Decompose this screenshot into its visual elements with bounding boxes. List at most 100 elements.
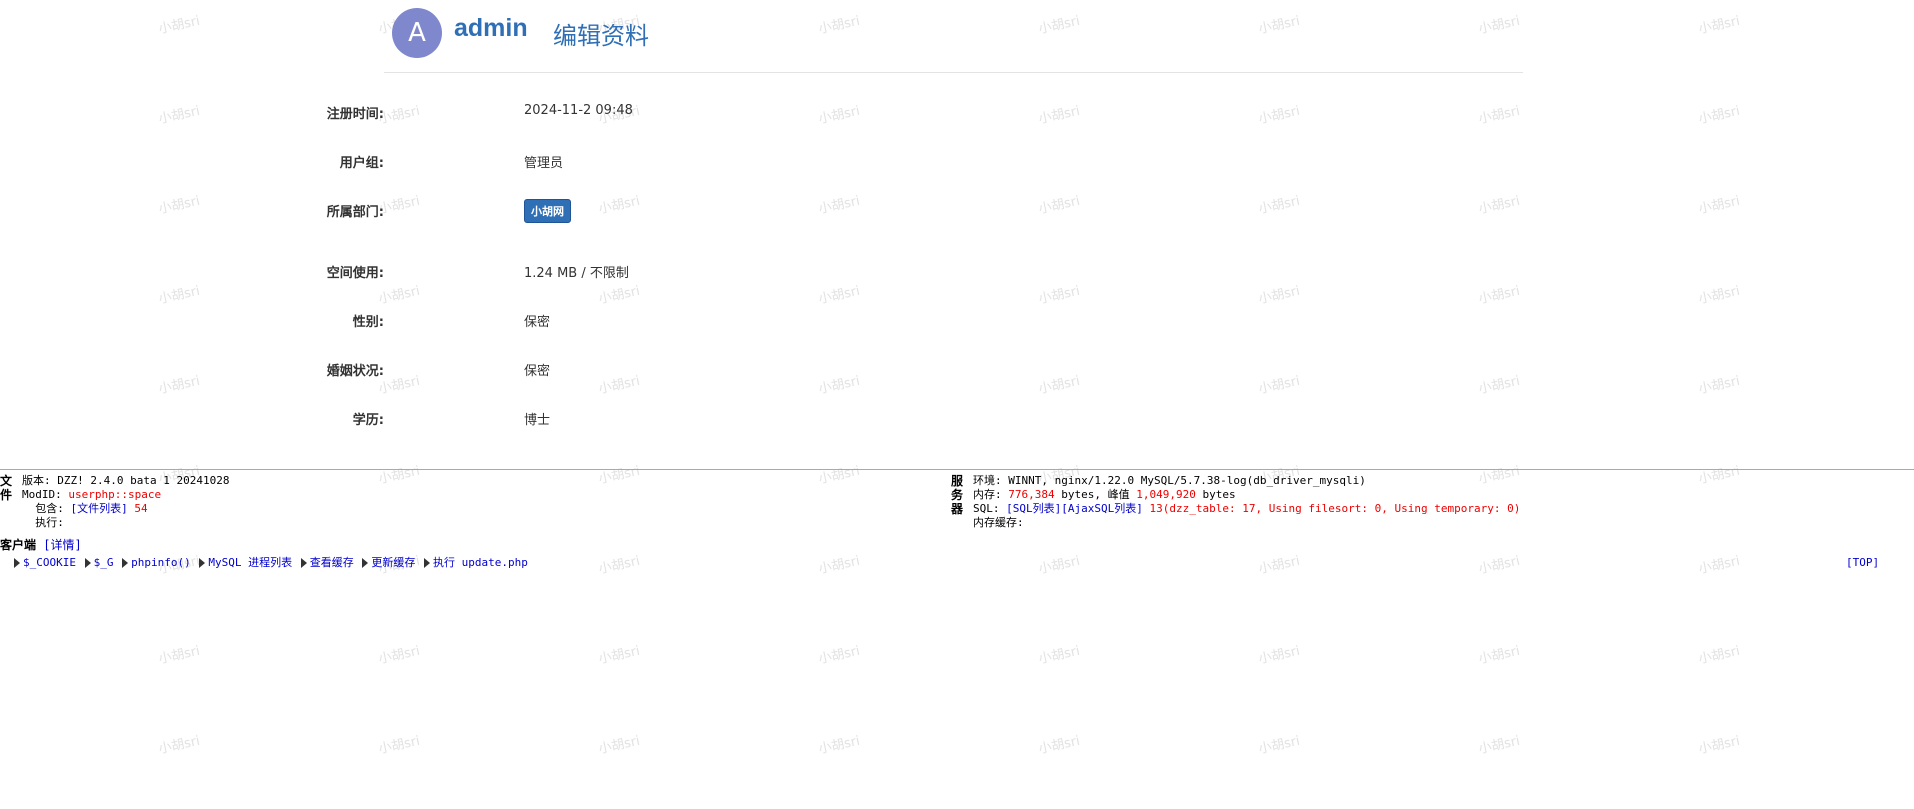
info-label: 所属部门: bbox=[326, 205, 384, 220]
debug-server-lines: 环境: WINNT, nginx/1.22.0 MySQL/5.7.38-log… bbox=[973, 474, 1520, 530]
sql-list-link[interactable]: [SQL列表] bbox=[1006, 502, 1061, 515]
client-label: 客户端 bbox=[0, 538, 37, 552]
watermark-text: 小胡sri bbox=[1697, 643, 1742, 668]
info-value: 保密 bbox=[524, 315, 551, 330]
exec-label: 执行: bbox=[35, 516, 64, 529]
triangle-icon bbox=[122, 558, 129, 568]
debug-file-heading: 文件 bbox=[0, 474, 13, 502]
update-cache-link[interactable]: 更新缓存 bbox=[371, 556, 415, 569]
watermark-text: 小胡sri bbox=[157, 643, 202, 668]
exec-link[interactable]: 执行 bbox=[433, 556, 455, 569]
watermark-text: 小胡sri bbox=[1697, 373, 1742, 398]
watermark-text: 小胡sri bbox=[1477, 733, 1522, 758]
watermark-text: 小胡sri bbox=[1697, 13, 1742, 38]
watermark-text: 小胡sri bbox=[377, 733, 422, 758]
watermark-text: 小胡sri bbox=[1477, 373, 1522, 398]
top-link[interactable]: [TOP] bbox=[1846, 556, 1879, 570]
phpinfo-link[interactable]: phpinfo() bbox=[131, 556, 191, 569]
g-link[interactable]: $_G bbox=[94, 556, 114, 569]
include-label: 包含: bbox=[35, 502, 64, 515]
ajax-sql-list-link[interactable]: [AjaxSQL列表] bbox=[1061, 502, 1143, 515]
version-label: 版本: bbox=[22, 474, 51, 487]
edit-profile-link[interactable]: 编辑资料 bbox=[553, 16, 649, 51]
debug-server-heading: 服务器 bbox=[951, 474, 964, 516]
mysql-process-link[interactable]: MySQL 进程列表 bbox=[208, 556, 292, 569]
triangle-icon bbox=[14, 558, 20, 568]
file-list-link[interactable]: [文件列表] bbox=[71, 502, 128, 515]
info-value: 管理员 bbox=[524, 156, 564, 171]
watermark-text: 小胡sri bbox=[1697, 103, 1742, 128]
modid-label: ModID: bbox=[22, 488, 62, 501]
mem-peak-unit: bytes bbox=[1202, 488, 1236, 501]
sql-label: SQL: bbox=[973, 502, 1000, 515]
cookie-link[interactable]: $_COOKIE bbox=[23, 556, 76, 569]
modid-value: userphp::space bbox=[68, 488, 162, 501]
watermark-text: 小胡sri bbox=[1037, 643, 1082, 668]
info-label: 空间使用: bbox=[326, 266, 384, 281]
watermark-text: 小胡sri bbox=[157, 283, 202, 308]
watermark-text: 小胡sri bbox=[1257, 103, 1302, 128]
watermark-text: 小胡sri bbox=[377, 643, 422, 668]
info-label: 用户组: bbox=[339, 156, 384, 171]
watermark-text: 小胡sri bbox=[1477, 283, 1522, 308]
sql-stats: 13(dzz_table: 17, Using filesort: 0, Usi… bbox=[1149, 502, 1521, 515]
triangle-icon bbox=[423, 558, 430, 568]
triangle-icon bbox=[84, 558, 91, 568]
watermark-text: 小胡sri bbox=[1257, 283, 1302, 308]
watermark-text: 小胡sri bbox=[817, 643, 862, 668]
cache-label: 内存缓存: bbox=[973, 516, 1024, 529]
debug-panel: 文件 版本: DZZ! 2.4.0 bata 1 20241028 ModID:… bbox=[0, 469, 1914, 576]
info-value: 1.24 MB / 不限制 bbox=[524, 266, 629, 281]
info-row-space: 空间使用: 1.24 MB / 不限制 bbox=[327, 262, 1084, 286]
info-label: 婚姻状况: bbox=[326, 364, 384, 379]
env-label: 环境: bbox=[973, 474, 1002, 487]
debug-toolbar: $_COOKIE $_G phpinfo() MySQL 进程列表 查看缓存 更… bbox=[12, 556, 528, 570]
watermark-text: 小胡sri bbox=[1257, 643, 1302, 668]
watermark-text: 小胡sri bbox=[597, 643, 642, 668]
debug-file-lines: 版本: DZZ! 2.4.0 bata 1 20241028 ModID: us… bbox=[22, 474, 229, 530]
triangle-icon bbox=[300, 558, 307, 568]
update-php-link[interactable]: update.php bbox=[462, 556, 528, 569]
info-row-user-group: 用户组: 管理员 bbox=[340, 152, 1084, 176]
client-detail-link[interactable]: [详情] bbox=[43, 538, 81, 552]
info-row-gender: 性别: 保密 bbox=[353, 311, 1084, 335]
department-badge[interactable]: 小胡网 bbox=[524, 199, 571, 223]
info-label: 注册时间: bbox=[326, 107, 384, 122]
watermark-text: 小胡sri bbox=[1477, 193, 1522, 218]
client-line: 客户端 [详情] bbox=[0, 538, 82, 552]
watermark-text: 小胡sri bbox=[1697, 733, 1742, 758]
info-value: 2024-11-2 09:48 bbox=[524, 103, 633, 118]
info-value: 博士 bbox=[524, 413, 551, 428]
info-value: 保密 bbox=[524, 364, 551, 379]
triangle-icon bbox=[199, 558, 206, 568]
watermark-text: 小胡sri bbox=[1257, 193, 1302, 218]
watermark-text: 小胡sri bbox=[1697, 283, 1742, 308]
watermark-text: 小胡sri bbox=[1037, 733, 1082, 758]
env-value: WINNT, nginx/1.22.0 MySQL/5.7.38-log(db_… bbox=[1008, 474, 1366, 487]
info-row-reg-time: 注册时间: 2024-11-2 09:48 bbox=[327, 103, 1084, 127]
avatar[interactable]: A bbox=[392, 8, 442, 58]
watermark-text: 小胡sri bbox=[1257, 373, 1302, 398]
watermark-text: 小胡sri bbox=[157, 733, 202, 758]
info-row-marital: 婚姻状况: 保密 bbox=[327, 360, 1084, 384]
version-value: DZZ! 2.4.0 bata 1 20241028 bbox=[57, 474, 230, 487]
info-value: 小胡网 bbox=[524, 199, 571, 223]
mem-value: 776,384 bbox=[1008, 488, 1055, 501]
info-row-education: 学历: 博士 bbox=[353, 409, 1084, 433]
mem-unit: bytes, 峰值 bbox=[1061, 488, 1130, 501]
mem-peak: 1,049,920 bbox=[1136, 488, 1196, 501]
view-cache-link[interactable]: 查看缓存 bbox=[310, 556, 354, 569]
info-label: 学历: bbox=[352, 413, 384, 428]
profile-header: A admin 编辑资料 bbox=[384, 8, 1523, 73]
watermark-text: 小胡sri bbox=[1477, 643, 1522, 668]
watermark-text: 小胡sri bbox=[1697, 193, 1742, 218]
watermark-text: 小胡sri bbox=[817, 733, 862, 758]
info-row-department: 所属部门: 小胡网 bbox=[327, 199, 1084, 225]
username: admin bbox=[454, 14, 528, 42]
watermark-text: 小胡sri bbox=[1477, 103, 1522, 128]
watermark-text: 小胡sri bbox=[157, 13, 202, 38]
include-count: 54 bbox=[134, 502, 148, 515]
info-label: 性别: bbox=[352, 315, 384, 330]
triangle-icon bbox=[362, 558, 369, 568]
watermark-text: 小胡sri bbox=[1257, 733, 1302, 758]
